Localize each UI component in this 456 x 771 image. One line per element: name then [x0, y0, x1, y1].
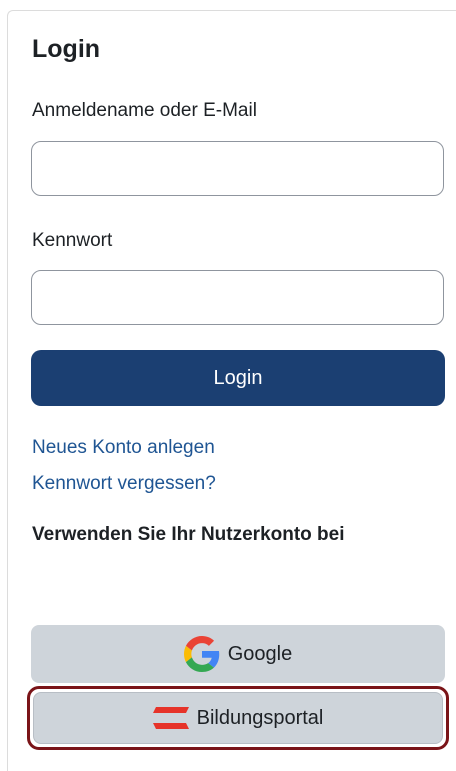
forgot-password-link[interactable]: Kennwort vergessen?	[32, 472, 216, 496]
login-page: Login Anmeldename oder E-Mail Kennwort L…	[0, 0, 456, 771]
login-title: Login	[32, 35, 101, 63]
google-login-button[interactable]: Google	[31, 625, 445, 683]
sso-heading: Verwenden Sie Ihr Nutzerkonto bei	[32, 524, 345, 545]
login-button[interactable]: Login	[31, 350, 445, 406]
bildungsportal-login-button[interactable]: Bildungsportal	[33, 692, 443, 744]
new-account-link[interactable]: Neues Konto anlegen	[32, 436, 215, 460]
username-label: Anmeldename oder E-Mail	[32, 100, 257, 121]
password-input[interactable]	[31, 270, 444, 325]
google-icon	[183, 636, 219, 672]
google-label: Google	[227, 642, 293, 665]
bildungsportal-focus-ring: Bildungsportal	[27, 686, 449, 750]
username-input[interactable]	[31, 141, 444, 196]
austria-flag-icon	[152, 707, 189, 729]
password-label: Kennwort	[32, 230, 113, 251]
bildungsportal-label: Bildungsportal	[196, 706, 324, 729]
